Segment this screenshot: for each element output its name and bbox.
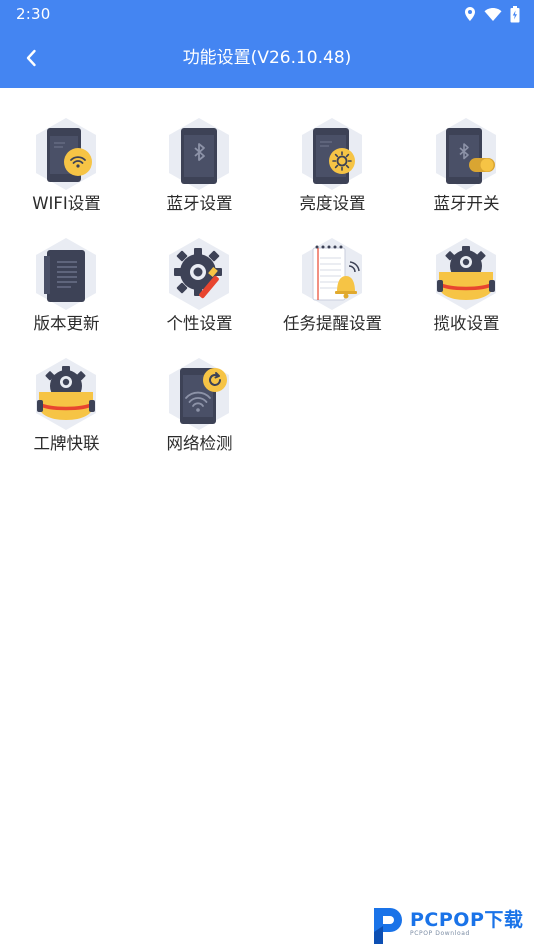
wifi-signal-icon [484,7,502,21]
version-update-icon [36,238,96,310]
pcpop-logo-icon [374,908,402,944]
notepad-bell-icon [302,238,362,310]
watermark-sub: PCPOP Download [410,930,470,937]
bluetooth-settings-icon [169,118,229,190]
watermark: PCPOP下载 PCPOP Download [370,902,534,948]
tile-label: 版本更新 [33,314,100,333]
network-check-icon [169,358,229,430]
watermark-brand: PCPOP下载 [410,909,524,931]
app-bar: 2:30 功能设置(V26.10.48) [0,0,534,88]
tile-label: WIFI设置 [32,194,101,213]
status-time: 2:30 [16,5,51,23]
tile-version-update[interactable]: 版本更新 [0,232,133,342]
tile-label: 个性设置 [166,314,233,333]
tile-bluetooth-settings[interactable]: 蓝牙设置 [133,112,266,222]
brightness-settings-icon [302,118,362,190]
tile-label: 蓝牙开关 [433,194,500,213]
bluetooth-switch-icon [436,118,496,190]
tile-label: 任务提醒设置 [283,314,382,333]
tile-label: 工牌快联 [33,434,100,453]
tile-personal-settings[interactable]: 个性设置 [133,232,266,342]
tile-label: 蓝牙设置 [166,194,233,213]
tile-label: 亮度设置 [299,194,366,213]
battery-icon [510,5,520,22]
tile-label: 揽收设置 [433,314,500,333]
tile-bluetooth-switch[interactable]: 蓝牙开关 [400,112,533,222]
tile-brightness-settings[interactable]: 亮度设置 [266,112,399,222]
courier-cap-icon [436,238,496,310]
courier-badge-icon [36,358,96,430]
location-icon [465,7,475,21]
gear-brush-icon [169,238,229,310]
tile-network-check[interactable]: 网络检测 [133,352,266,462]
status-icons [464,5,520,23]
wifi-settings-icon [36,118,96,190]
tile-badge-quick-link[interactable]: 工牌快联 [0,352,133,462]
tile-wifi-settings[interactable]: WIFI设置 [0,112,133,222]
tile-task-reminder-settings[interactable]: 任务提醒设置 [266,232,399,342]
tile-label: 网络检测 [166,434,233,453]
status-bar: 2:30 [0,0,534,28]
page-title: 功能设置(V26.10.48) [182,48,352,68]
tile-pickup-settings[interactable]: 揽收设置 [400,232,533,342]
